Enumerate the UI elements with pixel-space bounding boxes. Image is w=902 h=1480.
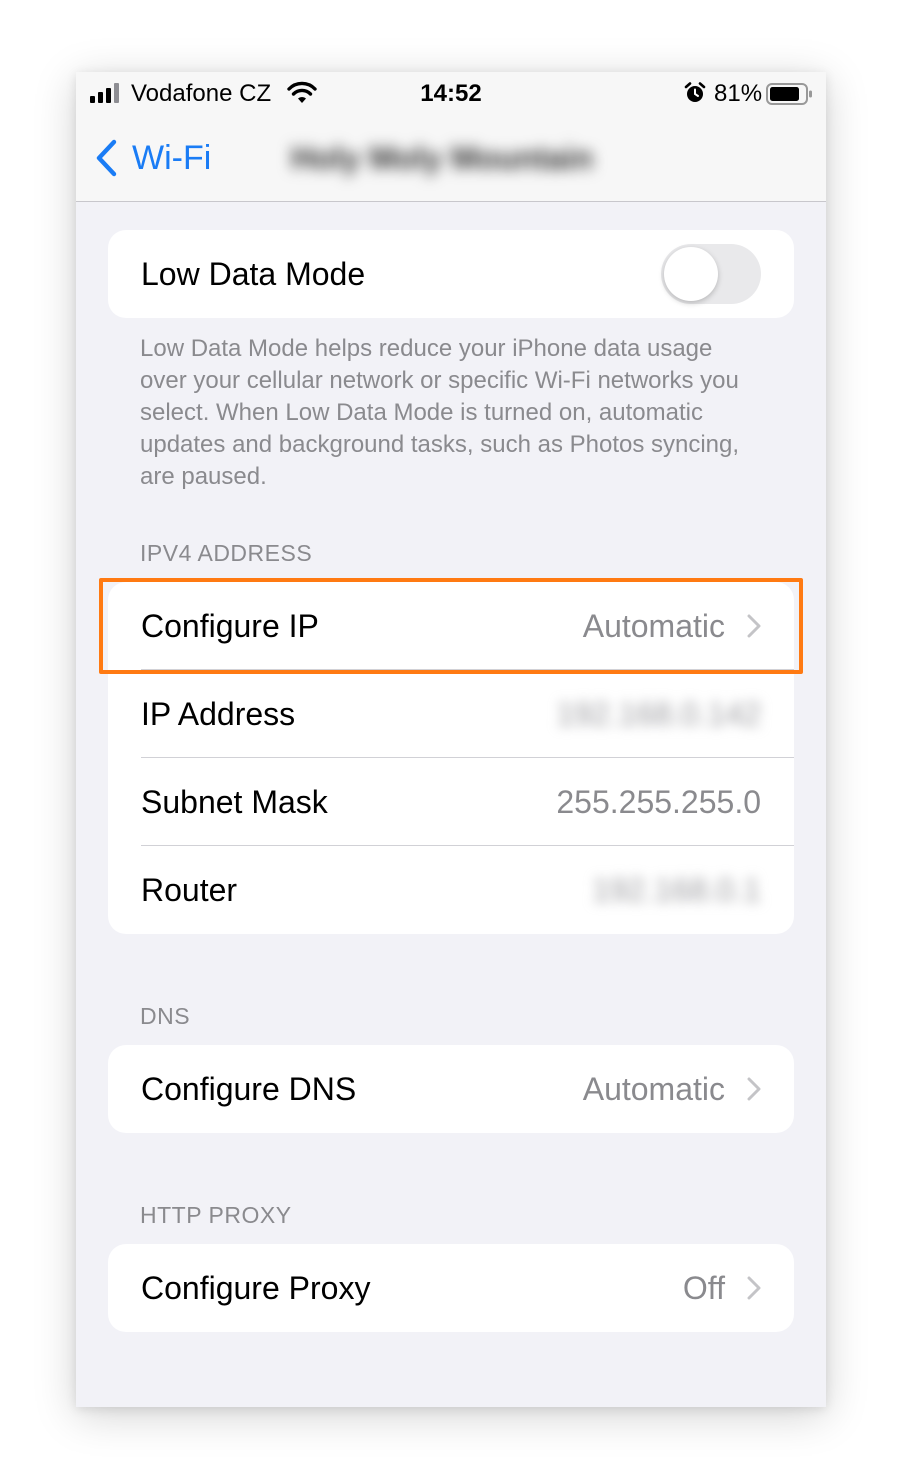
back-button-label: Wi-Fi [132, 138, 212, 177]
low-data-mode-label: Low Data Mode [141, 255, 366, 292]
ip-address-label: IP Address [141, 695, 296, 732]
ipv4-group: Configure IP Automatic IP Address 192.16… [108, 582, 794, 934]
chevron-right-icon [747, 614, 761, 638]
toggle-knob [664, 247, 718, 301]
status-bar: Vodafone CZ 14:52 81% [76, 72, 826, 118]
http-proxy-group: Configure Proxy Off [108, 1244, 794, 1332]
subnet-mask-value: 255.255.255.0 [556, 783, 761, 820]
router-label: Router [141, 871, 238, 908]
ip-address-row: IP Address 192.168.0.142 [108, 670, 794, 758]
navigation-bar: Wi-Fi Holy Moly Mountain [76, 118, 826, 202]
configure-ip-row[interactable]: Configure IP Automatic [108, 582, 794, 670]
configure-ip-value: Automatic [582, 607, 725, 644]
phone-screen: Vodafone CZ 14:52 81% Wi-Fi Holy Moly Mo… [76, 72, 826, 1407]
battery-icon [766, 83, 812, 105]
router-row: Router 192.168.0.1 [108, 846, 794, 934]
dns-section-header: DNS [140, 1003, 191, 1029]
alarm-icon [684, 82, 706, 102]
back-button[interactable]: Wi-Fi [94, 136, 211, 180]
chevron-right-icon [747, 1077, 761, 1101]
low-data-mode-row: Low Data Mode [108, 230, 794, 318]
low-data-mode-toggle[interactable] [661, 244, 761, 304]
ip-address-value: 192.168.0.142 [556, 695, 761, 732]
chevron-left-icon [96, 139, 117, 177]
configure-proxy-row[interactable]: Configure Proxy Off [108, 1244, 794, 1332]
configure-dns-row[interactable]: Configure DNS Automatic [108, 1045, 794, 1133]
subnet-mask-row: Subnet Mask 255.255.255.0 [108, 758, 794, 846]
low-data-mode-footnote: Low Data Mode helps reduce your iPhone d… [140, 335, 740, 490]
configure-dns-value: Automatic [582, 1070, 725, 1107]
configure-proxy-value: Off [682, 1269, 725, 1306]
configure-dns-label: Configure DNS [141, 1070, 357, 1107]
low-data-mode-group: Low Data Mode [108, 230, 794, 318]
network-name-title: Holy Moly Mountain [291, 140, 594, 176]
chevron-right-icon [747, 1276, 761, 1300]
http-proxy-section-header: HTTP PROXY [140, 1202, 292, 1228]
subnet-mask-label: Subnet Mask [141, 783, 328, 820]
dns-group: Configure DNS Automatic [108, 1045, 794, 1133]
ipv4-section-header: IPV4 ADDRESS [140, 540, 313, 566]
configure-ip-label: Configure IP [141, 607, 319, 644]
battery-percent: 81% [714, 80, 763, 107]
router-value: 192.168.0.1 [591, 871, 761, 908]
configure-proxy-label: Configure Proxy [141, 1269, 371, 1306]
